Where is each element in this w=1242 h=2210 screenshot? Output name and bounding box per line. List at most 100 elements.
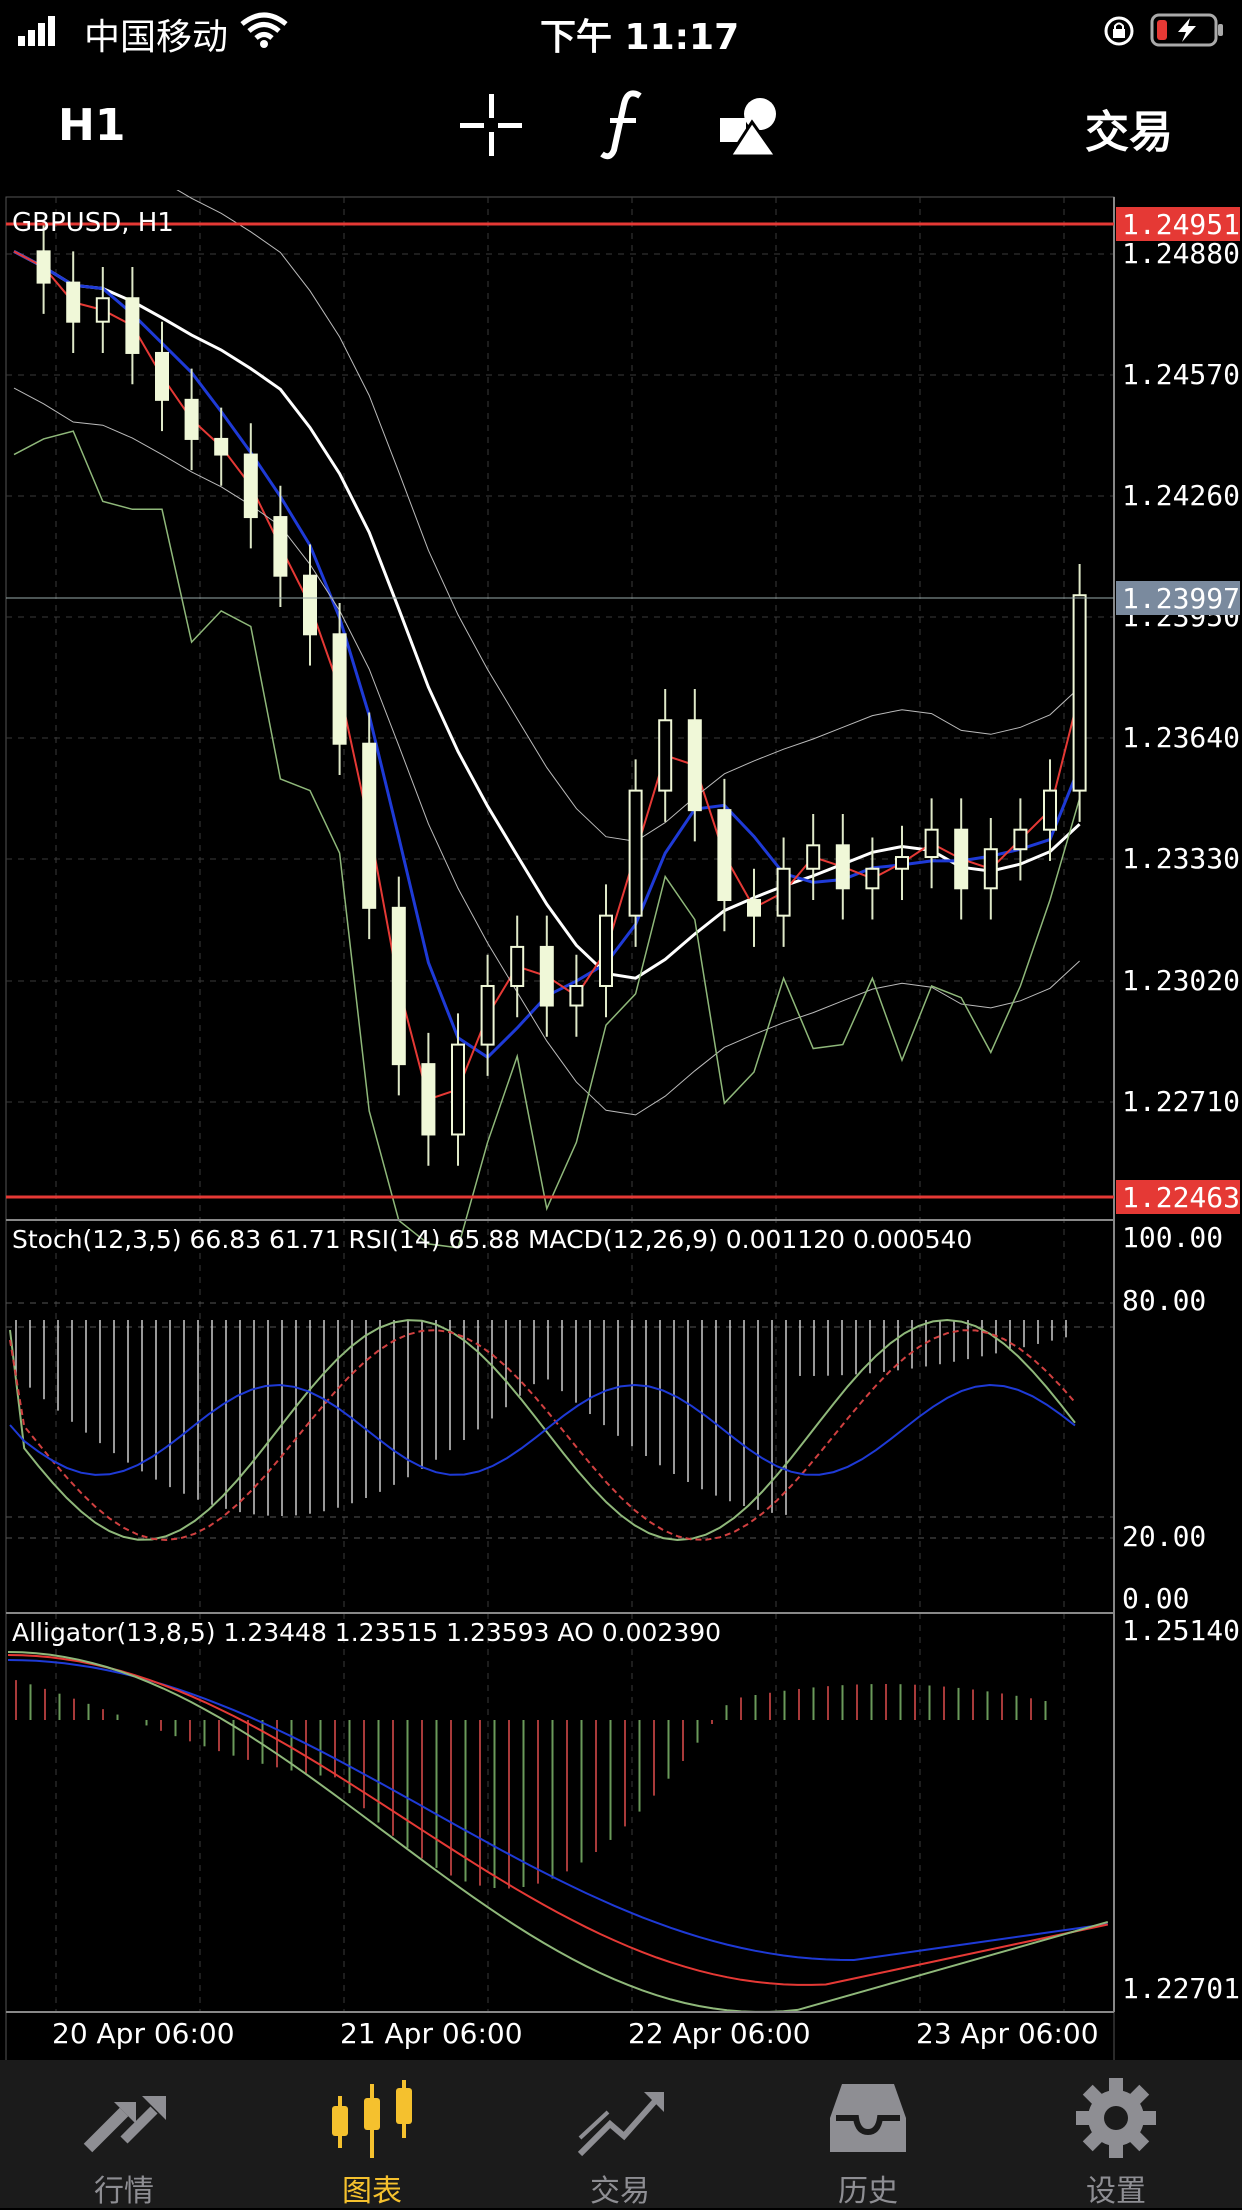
candle (658, 719, 673, 792)
alligator-panel (7, 1651, 1109, 2013)
candle (687, 719, 702, 812)
candle (569, 984, 584, 1007)
candle (539, 945, 554, 1007)
grid (6, 197, 1114, 2012)
settings-gear-icon (1076, 2078, 1156, 2158)
clock-label: 下午 11:17 (540, 17, 740, 58)
candle (806, 844, 821, 870)
candle (983, 848, 998, 890)
candle (332, 633, 347, 745)
osc-label: 80.00 (1122, 1284, 1206, 1317)
alligator-header: Alligator(13,8,5) 1.23448 1.23515 1.2359… (12, 1618, 721, 1647)
candle (954, 828, 969, 890)
trade-button[interactable]: 交易 (1085, 96, 1173, 160)
candle (95, 297, 110, 323)
function-icon[interactable] (598, 90, 648, 160)
tab-label: 交易 (590, 2174, 650, 2209)
chart-candles-icon (332, 2080, 412, 2158)
chart-toolbar: H1 交易 (0, 60, 1242, 190)
carrier-label: 中国移动 (84, 17, 229, 58)
candle (214, 437, 229, 456)
candles (36, 220, 1087, 1166)
oscillator-panel (9, 1318, 1076, 1542)
candle (155, 351, 169, 401)
alligator-label: 1.25140 (1122, 1614, 1240, 1647)
rotation-lock-icon (1104, 16, 1134, 46)
candle (36, 250, 51, 284)
candle (865, 867, 880, 890)
candle (273, 516, 288, 577)
alligator-lips (7, 1651, 1109, 2013)
low-price-label: 1.22463 (1122, 1181, 1240, 1214)
band-upper (13, 114, 1080, 842)
trade-icon (577, 2092, 664, 2157)
chart-area[interactable]: 1.24880 1.24570 1.24260 1.23950 1.23640 … (0, 114, 1242, 2210)
wifi-icon (240, 12, 288, 48)
time-label: 23 Apr 06:00 (916, 2017, 1099, 2050)
candle (717, 809, 732, 902)
price-chart[interactable]: 1.24880 1.24570 1.24260 1.23950 1.23640 … (0, 114, 1242, 2210)
candle (66, 281, 81, 323)
time-label: 20 Apr 06:00 (52, 2017, 235, 2050)
osc-label: 20.00 (1122, 1520, 1206, 1553)
candle (480, 984, 495, 1046)
candle (924, 828, 939, 859)
candle (599, 914, 613, 987)
candle (243, 453, 258, 519)
tab-history[interactable]: 历史 (744, 2060, 992, 2209)
candle (895, 856, 909, 870)
candle (835, 844, 850, 890)
history-icon (830, 2084, 906, 2152)
candle (1072, 594, 1087, 792)
candle (776, 867, 791, 917)
time-label: 21 Apr 06:00 (340, 2017, 523, 2050)
chart-frame (5, 196, 1115, 2210)
candle (1013, 828, 1028, 851)
tab-label: 行情 (94, 2174, 154, 2209)
signal-icon (18, 16, 55, 46)
tab-settings[interactable]: 设置 (992, 2060, 1240, 2209)
candle (184, 398, 199, 440)
price-label: 1.24260 (1122, 479, 1240, 512)
tab-chart[interactable]: 图表 (248, 2060, 496, 2209)
alligator-jaw (7, 1659, 1108, 1962)
candle (362, 742, 377, 909)
crosshair-icon[interactable] (458, 92, 524, 158)
price-label: 1.24570 (1122, 358, 1240, 391)
shapes-icon[interactable] (716, 92, 782, 158)
battery-icon (1150, 13, 1223, 47)
tab-label: 图表 (342, 2174, 402, 2209)
candle (628, 789, 643, 917)
price-axis: 1.24880 1.24570 1.24260 1.23950 1.23640 … (1122, 237, 1240, 1118)
tab-quotes[interactable]: 行情 (0, 2060, 248, 2209)
candle (303, 574, 317, 636)
alligator-label: 1.22701 (1122, 1972, 1240, 2005)
price-label: 1.23020 (1122, 964, 1240, 997)
candle (125, 297, 140, 354)
tab-label: 历史 (838, 2174, 898, 2209)
alligator-teeth (7, 1654, 1109, 1986)
candle (451, 1043, 465, 1136)
price-label: 1.24880 (1122, 237, 1240, 270)
candle (391, 906, 406, 1066)
quotes-icon (83, 2096, 166, 2153)
oscillator-header: Stoch(12,3,5) 66.83 61.71 RSI(14) 65.88 … (12, 1225, 972, 1254)
candle (1043, 789, 1057, 831)
osc-label: 100.00 (1122, 1221, 1223, 1254)
price-label: 1.22710 (1122, 1085, 1240, 1118)
symbol-label: GBPUSD, H1 (12, 208, 174, 238)
current-price-label: 1.23997 (1122, 582, 1240, 615)
tab-label: 设置 (1086, 2174, 1146, 2209)
tab-trade[interactable]: 交易 (496, 2060, 744, 2209)
candle (421, 1063, 436, 1136)
price-label: 1.23330 (1122, 842, 1240, 875)
status-bar: 中国移动 下午 11:17 (0, 0, 1242, 60)
high-price-label: 1.24951 (1122, 208, 1240, 241)
osc-label: 0.00 (1122, 1582, 1189, 1615)
candle (747, 899, 761, 917)
tab-bar: 行情 图表 交易 历史 设置 (0, 2060, 1242, 2209)
candle (510, 945, 525, 987)
price-label: 1.23640 (1122, 721, 1240, 754)
timeframe-button[interactable]: H1 (58, 100, 125, 151)
time-label: 22 Apr 06:00 (628, 2017, 811, 2050)
